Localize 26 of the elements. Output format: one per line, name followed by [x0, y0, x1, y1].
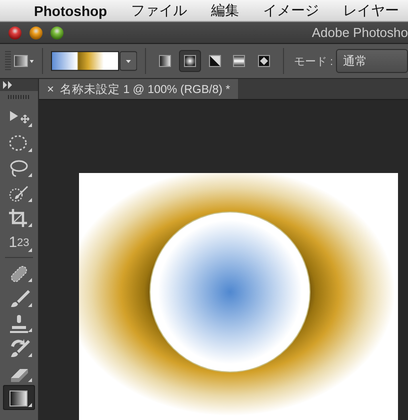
menu-item[interactable]: 編集 [211, 2, 240, 20]
minimize-button[interactable] [29, 26, 43, 40]
document-tab[interactable]: × 名称未設定 1 @ 100% (RGB/8) * [39, 79, 238, 99]
mode-label: モード : [294, 54, 334, 68]
close-button[interactable] [8, 26, 22, 40]
reflected-gradient-icon [233, 55, 246, 67]
window-title: Adobe Photosho [312, 25, 408, 40]
document-title: 名称未設定 1 @ 100% (RGB/8) * [60, 82, 230, 96]
grip-icon[interactable] [8, 95, 30, 99]
mode-dropdown[interactable]: 通常 [336, 49, 408, 73]
collapse-icon[interactable] [3, 81, 13, 89]
menu-item[interactable]: イメージ [263, 2, 320, 20]
radial-gradient-button[interactable] [179, 50, 201, 72]
radial-gradient-icon [184, 55, 196, 67]
menu-item[interactable]: Photoshop [34, 2, 108, 18]
menu-item[interactable]: ファイル [131, 2, 188, 20]
zoom-button[interactable] [50, 26, 64, 40]
angle-gradient-icon [208, 55, 221, 67]
menu-item[interactable]: レイヤー [343, 2, 400, 20]
diamond-gradient-icon [258, 55, 270, 67]
tool-preset-picker[interactable] [14, 53, 34, 69]
linear-gradient-icon [159, 55, 172, 67]
close-tab-button[interactable]: × [47, 82, 54, 96]
grip-icon[interactable] [5, 49, 11, 73]
gradient-picker[interactable] [50, 51, 138, 71]
gradient-tool[interactable] [3, 385, 35, 410]
